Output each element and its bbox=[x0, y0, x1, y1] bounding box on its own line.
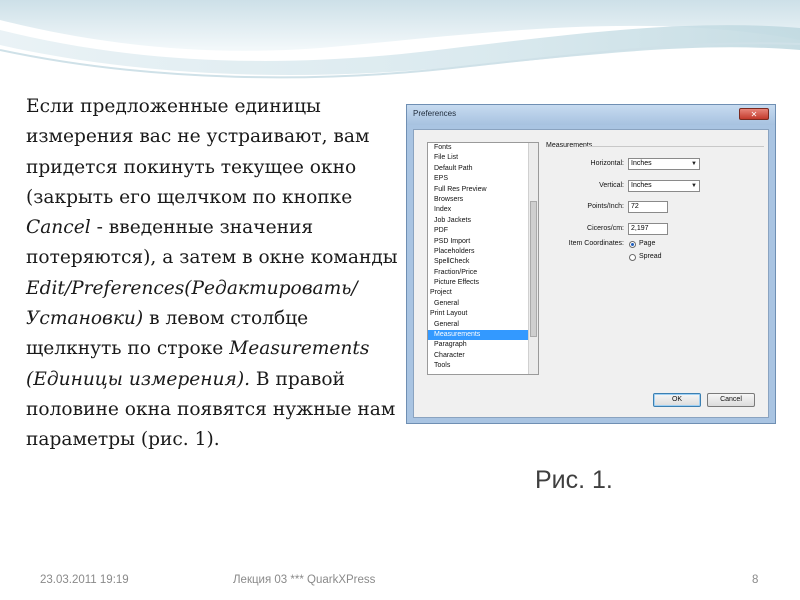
chevron-down-icon: ▼ bbox=[691, 161, 697, 167]
category-item[interactable]: Browsers bbox=[428, 195, 538, 205]
category-item[interactable]: Fraction/Price bbox=[428, 268, 538, 278]
ciceros-per-cm-input[interactable]: 2,197 bbox=[628, 223, 668, 235]
close-icon: ✕ bbox=[750, 110, 758, 119]
category-item[interactable]: EPS bbox=[428, 174, 538, 184]
category-item[interactable]: PSD Import bbox=[428, 237, 538, 247]
preferences-dialog: Preferences ✕ Fonts File List Default Path… bbox=[406, 104, 776, 424]
points-per-inch-label: Points/Inch: bbox=[587, 203, 624, 210]
category-item[interactable]: Character bbox=[428, 351, 538, 361]
horizontal-units-select[interactable]: Inches ▼ bbox=[628, 158, 700, 170]
item-coordinates-label: Item Coordinates: bbox=[568, 240, 624, 247]
horizontal-label: Horizontal: bbox=[590, 160, 624, 167]
points-per-inch-input[interactable]: 72 bbox=[628, 201, 668, 213]
ok-button[interactable]: OK bbox=[653, 393, 701, 407]
category-item[interactable]: File List bbox=[428, 153, 538, 163]
category-item[interactable]: Tools bbox=[428, 361, 538, 371]
category-items: Fonts File List Default Path EPS Full Res Pr… bbox=[428, 143, 538, 372]
vertical-label: Vertical: bbox=[599, 182, 624, 189]
ciceros-per-cm-label: Ciceros/cm: bbox=[587, 225, 624, 232]
chevron-down-icon: ▼ bbox=[691, 183, 697, 189]
category-item[interactable]: Placeholders bbox=[428, 247, 538, 257]
category-item[interactable]: Job Jackets bbox=[428, 216, 538, 226]
category-item[interactable]: Print Layout bbox=[428, 309, 538, 319]
category-item[interactable]: Full Res Preview bbox=[428, 185, 538, 195]
section-divider bbox=[584, 146, 764, 147]
category-item[interactable]: General bbox=[428, 320, 538, 330]
category-item[interactable]: PDF bbox=[428, 226, 538, 236]
category-item[interactable]: Paragraph bbox=[428, 340, 538, 350]
dialog-titlebar[interactable]: Preferences ✕ bbox=[407, 105, 775, 125]
category-item[interactable]: General bbox=[428, 299, 538, 309]
dialog-client-area: Fonts File List Default Path EPS Full Res Pr… bbox=[413, 129, 769, 418]
spread-radio[interactable] bbox=[629, 254, 636, 261]
category-item[interactable]: Index bbox=[428, 205, 538, 215]
figure-caption: Рис. 1. bbox=[535, 466, 613, 494]
page-radio[interactable] bbox=[629, 241, 636, 248]
page-radio-label: Page bbox=[639, 240, 656, 247]
paragraph-run: Cancel bbox=[26, 217, 91, 239]
slide-header-decoration bbox=[0, 0, 800, 79]
footer-lecture: Лекция 03 *** QuarkXPress bbox=[233, 574, 376, 586]
category-item[interactable]: SpellCheck bbox=[428, 257, 538, 267]
footer-date: 23.03.2011 19:19 bbox=[40, 574, 129, 586]
cancel-button[interactable]: Cancel bbox=[707, 393, 755, 407]
category-item[interactable]: Default Path bbox=[428, 164, 538, 174]
category-item[interactable]: Picture Effects bbox=[428, 278, 538, 288]
body-paragraph: Если предложенные единицы измерения вас … bbox=[26, 92, 398, 456]
close-button[interactable]: ✕ bbox=[739, 108, 769, 120]
category-item[interactable]: Project bbox=[428, 288, 538, 298]
scrollbar-thumb[interactable] bbox=[530, 201, 537, 337]
category-item[interactable]: Measurements bbox=[428, 330, 538, 341]
category-item[interactable]: Fonts bbox=[428, 143, 538, 153]
vertical-units-value: Inches bbox=[631, 182, 652, 189]
horizontal-units-value: Inches bbox=[631, 160, 652, 167]
category-list[interactable]: Fonts File List Default Path EPS Full Res Pr… bbox=[427, 142, 539, 375]
vertical-units-select[interactable]: Inches ▼ bbox=[628, 180, 700, 192]
spread-radio-label: Spread bbox=[639, 253, 662, 260]
paragraph-run: Если предложенные единицы измерения вас … bbox=[26, 96, 370, 208]
list-scrollbar[interactable] bbox=[528, 143, 538, 374]
footer-page-number: 8 bbox=[752, 574, 759, 586]
dialog-title: Preferences bbox=[413, 109, 457, 118]
